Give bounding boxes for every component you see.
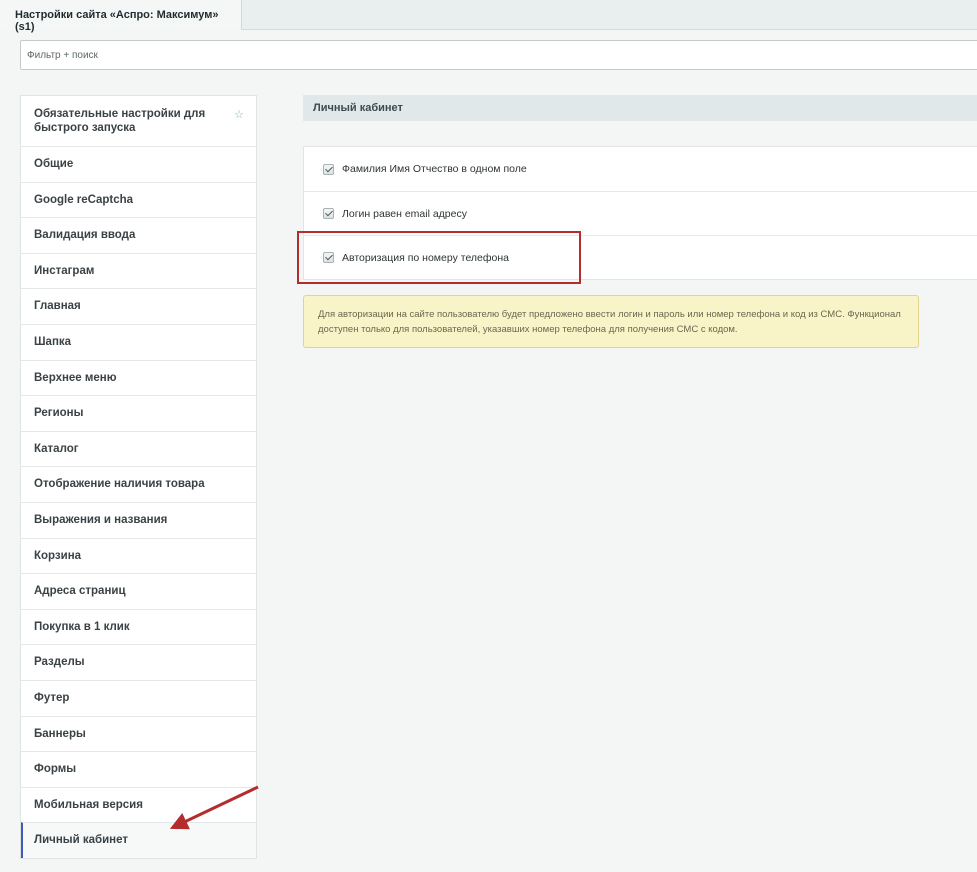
- sidebar-item-cart[interactable]: Корзина: [21, 537, 256, 574]
- annotation-arrow-icon: [169, 785, 259, 830]
- star-icon[interactable]: ☆: [234, 108, 244, 122]
- highlight-box: [297, 231, 581, 284]
- option-label: Фамилия Имя Отчество в одном поле: [342, 163, 527, 175]
- sidebar-item-sections[interactable]: Разделы: [21, 644, 256, 680]
- sidebar-item-instagram[interactable]: Инстаграм: [21, 252, 256, 289]
- checkbox-login-equals-email[interactable]: [323, 208, 334, 219]
- sidebar-item-banners[interactable]: Баннеры: [21, 715, 256, 752]
- settings-sidebar: Обязательные настройки для быстрого запу…: [20, 95, 257, 859]
- info-notice: Для авторизации на сайте пользователю бу…: [303, 295, 919, 348]
- option-fio-single-field[interactable]: Фамилия Имя Отчество в одном поле: [304, 147, 977, 191]
- sidebar-item-page-urls[interactable]: Адреса страниц: [21, 573, 256, 609]
- option-label: Логин равен email адресу: [342, 207, 467, 220]
- sidebar-item-catalog[interactable]: Каталог: [21, 430, 256, 467]
- sidebar-item-header[interactable]: Шапка: [21, 323, 256, 360]
- sidebar-item-recaptcha[interactable]: Google reCaptcha: [21, 181, 256, 218]
- filter-search-input[interactable]: [20, 40, 977, 70]
- sidebar-item-label: Обязательные настройки для быстрого запу…: [34, 108, 206, 134]
- sidebar-item-main[interactable]: Главная: [21, 288, 256, 324]
- sidebar-item-input-validation[interactable]: Валидация ввода: [21, 217, 256, 253]
- sidebar-item-quick-start[interactable]: Обязательные настройки для быстрого запу…: [21, 96, 256, 146]
- sidebar-item-general[interactable]: Общие: [21, 146, 256, 182]
- sidebar-item-footer[interactable]: Футер: [21, 679, 256, 716]
- option-login-equals-email[interactable]: Логин равен email адресу: [304, 191, 977, 235]
- sidebar-item-phrases[interactable]: Выражения и названия: [21, 501, 256, 538]
- checkbox-fio-single-field[interactable]: [323, 163, 334, 175]
- sidebar-item-top-menu[interactable]: Верхнее меню: [21, 359, 256, 396]
- section-title: Личный кабинет: [303, 95, 977, 121]
- sidebar-item-stock-display[interactable]: Отображение наличия товара: [21, 466, 256, 502]
- tab-site-settings[interactable]: Настройки сайта «Аспро: Максимум» (s1): [0, 0, 242, 33]
- tab-bar: Настройки сайта «Аспро: Максимум» (s1): [0, 0, 977, 33]
- sidebar-item-regions[interactable]: Регионы: [21, 395, 256, 431]
- sidebar-item-one-click-buy[interactable]: Покупка в 1 клик: [21, 608, 256, 645]
